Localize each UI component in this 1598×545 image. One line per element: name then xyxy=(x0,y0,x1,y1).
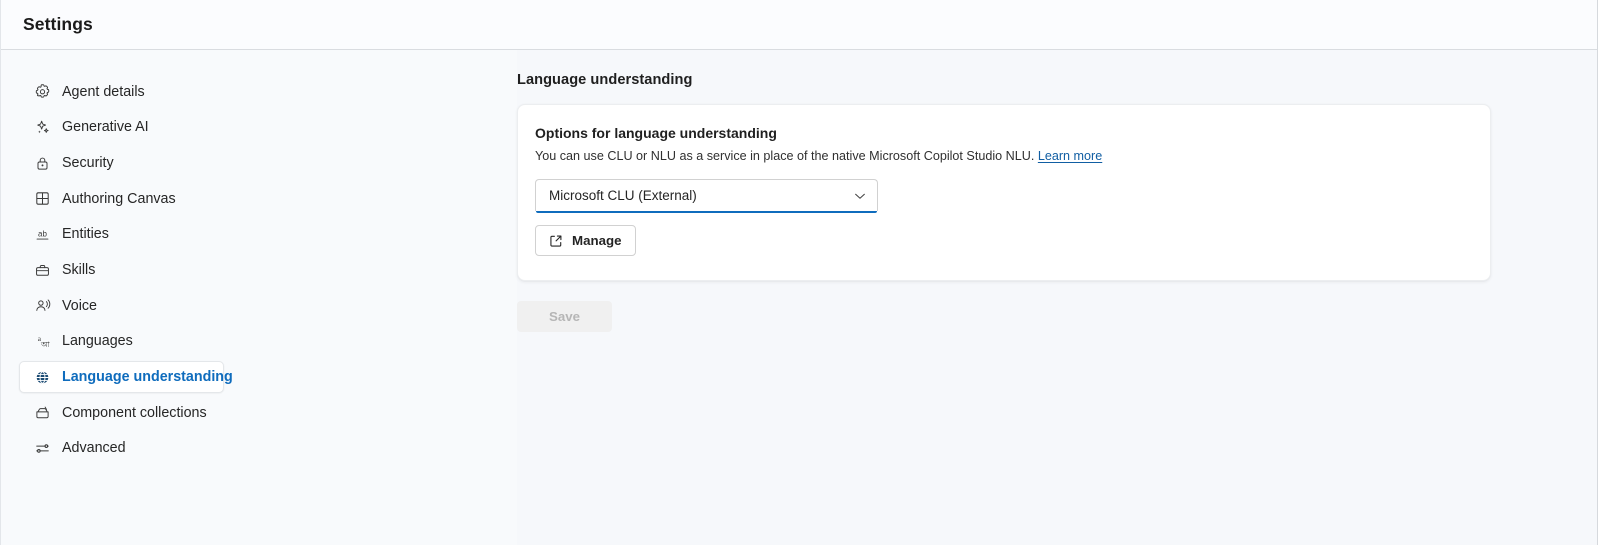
collections-icon xyxy=(34,404,51,421)
section-title: Language understanding xyxy=(517,72,693,88)
main-content: Language understanding Options for langu… xyxy=(517,50,1597,545)
sidebar-item-component-collections[interactable]: Component collections xyxy=(19,397,224,429)
sidebar-item-entities[interactable]: ab Entities xyxy=(19,218,224,250)
translate-icon: aআ xyxy=(34,333,51,350)
sidebar-item-label: Security xyxy=(62,154,114,171)
settings-window: Settings Agent details Generative AI Secur… xyxy=(0,0,1598,545)
grid-icon xyxy=(34,190,51,207)
sliders-icon xyxy=(34,440,51,457)
sidebar-item-label: Entities xyxy=(62,226,109,243)
sidebar-item-label: Language understanding xyxy=(62,369,233,386)
content-area: Agent details Generative AI Security Author… xyxy=(1,50,1597,545)
sidebar-item-label: Agent details xyxy=(62,83,145,100)
language-understanding-card: Options for language understanding You c… xyxy=(517,104,1491,282)
globe-icon xyxy=(34,369,51,386)
sidebar-item-language-understanding[interactable]: Language understanding xyxy=(19,361,233,394)
sidebar-item-label: Component collections xyxy=(62,404,207,421)
card-heading: Options for language understanding xyxy=(535,125,777,141)
ab-text-icon: ab xyxy=(34,226,51,243)
save-button[interactable]: Save xyxy=(517,301,612,333)
briefcase-icon xyxy=(34,262,51,279)
sidebar-item-security[interactable]: Security xyxy=(19,147,224,179)
sidebar-item-label: Voice xyxy=(62,297,97,314)
manage-button[interactable]: Manage xyxy=(535,225,636,257)
person-speaking-icon xyxy=(34,297,51,314)
sidebar-item-skills[interactable]: Skills xyxy=(19,254,224,286)
dropdown-selected-value: Microsoft CLU (External) xyxy=(549,188,697,204)
settings-sidebar: Agent details Generative AI Security Author… xyxy=(1,50,517,545)
sidebar-item-authoring-canvas[interactable]: Authoring Canvas xyxy=(19,183,224,215)
language-understanding-dropdown[interactable]: Microsoft CLU (External) xyxy=(535,179,878,214)
sidebar-item-label: Advanced xyxy=(62,440,126,457)
sidebar-item-label: Languages xyxy=(62,333,133,350)
sidebar-item-advanced[interactable]: Advanced xyxy=(19,433,224,465)
chevron-down-icon xyxy=(853,189,867,203)
sidebar-item-label: Generative AI xyxy=(62,119,149,136)
sidebar-item-agent-details[interactable]: Agent details xyxy=(19,76,224,108)
svg-text:আ: আ xyxy=(40,340,50,349)
external-link-icon xyxy=(549,234,563,248)
sparkle-icon xyxy=(34,119,51,136)
sidebar-item-label: Authoring Canvas xyxy=(62,190,176,207)
card-description: You can use CLU or NLU as a service in p… xyxy=(535,147,1472,165)
svg-text:ab: ab xyxy=(38,230,47,239)
page-title: Settings xyxy=(23,14,93,34)
manage-button-label: Manage xyxy=(572,233,622,249)
learn-more-link[interactable]: Learn more xyxy=(1038,149,1102,163)
gear-icon xyxy=(34,83,51,100)
card-description-text: You can use CLU or NLU as a service in p… xyxy=(535,149,1035,163)
lock-icon xyxy=(34,155,51,172)
sidebar-item-label: Skills xyxy=(62,261,96,278)
window-header: Settings xyxy=(1,0,1597,50)
sidebar-item-generative-ai[interactable]: Generative AI xyxy=(19,111,224,143)
sidebar-item-languages[interactable]: a আ Languages xyxy=(19,326,224,358)
sidebar-item-voice[interactable]: Voice xyxy=(19,290,224,322)
